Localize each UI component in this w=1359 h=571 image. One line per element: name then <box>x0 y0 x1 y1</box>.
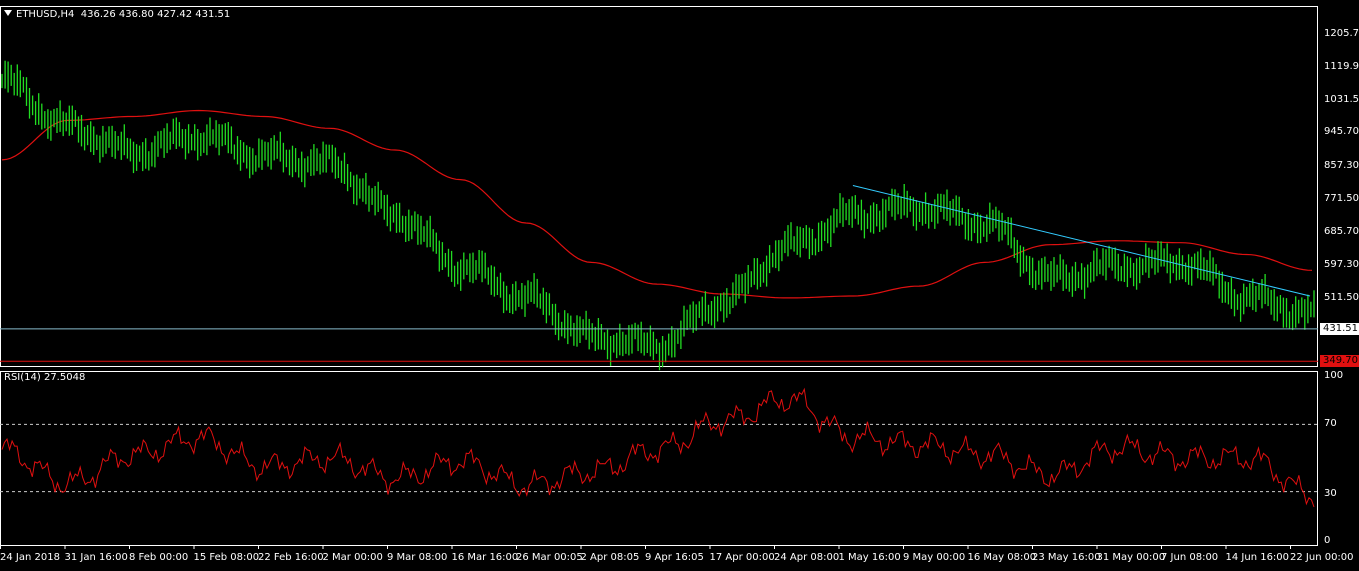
price-axis-tick: 857.30 <box>1324 160 1359 171</box>
price-axis-tick: 1119.90 <box>1324 61 1359 72</box>
current-price-tag: 431.51 <box>1320 322 1359 335</box>
time-axis-label: 9 Apr 16:05 <box>645 552 704 563</box>
rsi-axis-tick: 30 <box>1324 488 1337 499</box>
time-axis-label: 22 Jun 00:00 <box>1290 552 1354 563</box>
time-axis-label: 15 Feb 08:00 <box>193 552 260 563</box>
rsi-axis-tick: 0 <box>1324 535 1331 546</box>
time-axis-label: 9 Mar 08:00 <box>387 552 448 563</box>
time-axis-label: 16 Mar 16:00 <box>451 552 519 563</box>
support-price-tag: 349.70 <box>1320 355 1359 368</box>
time-axis-label: 31 May 00:00 <box>1096 552 1166 563</box>
chart-canvas[interactable] <box>0 0 1359 571</box>
time-axis-label: 2 Apr 08:05 <box>580 552 640 563</box>
time-axis-label: 7 Jun 08:00 <box>1161 552 1219 563</box>
price-panel-header: ETHUSD,H4 436.26 436.80 427.42 431.51 <box>4 9 230 21</box>
time-axis-label: 23 May 16:00 <box>1032 552 1101 563</box>
price-axis-tick: 1031.50 <box>1324 94 1359 105</box>
price-axis-tick: 511.50 <box>1324 292 1359 303</box>
time-axis-label: 26 Mar 00:05 <box>516 552 583 563</box>
price-axis-tick: 1205.70 <box>1324 28 1359 39</box>
price-axis-tick: 771.50 <box>1324 193 1359 204</box>
time-axis-label: 22 Feb 16:00 <box>258 552 324 563</box>
time-axis-label: 31 Jan 16:00 <box>64 552 128 563</box>
time-axis-label: 17 Apr 00:00 <box>709 552 775 563</box>
time-axis-label: 2 Mar 00:00 <box>322 552 383 563</box>
symbol-label: ETHUSD,H4 <box>16 9 75 20</box>
ohlc-label: 436.26 436.80 427.42 431.51 <box>80 9 231 20</box>
price-axis-tick: 945.70 <box>1324 126 1359 137</box>
rsi-panel-header: RSI(14) 27.5048 <box>4 372 86 383</box>
time-axis-label: 14 Jun 16:00 <box>1225 552 1290 563</box>
time-axis-label: 16 May 08:00 <box>967 552 1037 563</box>
time-axis-label: 8 Feb 00:00 <box>129 552 189 563</box>
time-axis-label: 24 Jan 2018 <box>0 552 60 563</box>
collapse-triangle-icon[interactable] <box>4 10 12 16</box>
price-axis-tick: 685.70 <box>1324 226 1359 237</box>
price-panel-frame <box>0 6 1318 367</box>
price-axis-tick: 597.30 <box>1324 259 1359 270</box>
time-axis-label: 1 May 16:00 <box>838 552 901 563</box>
rsi-axis-tick: 70 <box>1324 418 1337 429</box>
time-axis-label: 24 Apr 08:00 <box>774 552 840 563</box>
rsi-axis-tick: 100 <box>1324 370 1344 381</box>
rsi-line <box>1 387 1315 508</box>
time-axis-label: 9 May 00:00 <box>903 552 966 563</box>
